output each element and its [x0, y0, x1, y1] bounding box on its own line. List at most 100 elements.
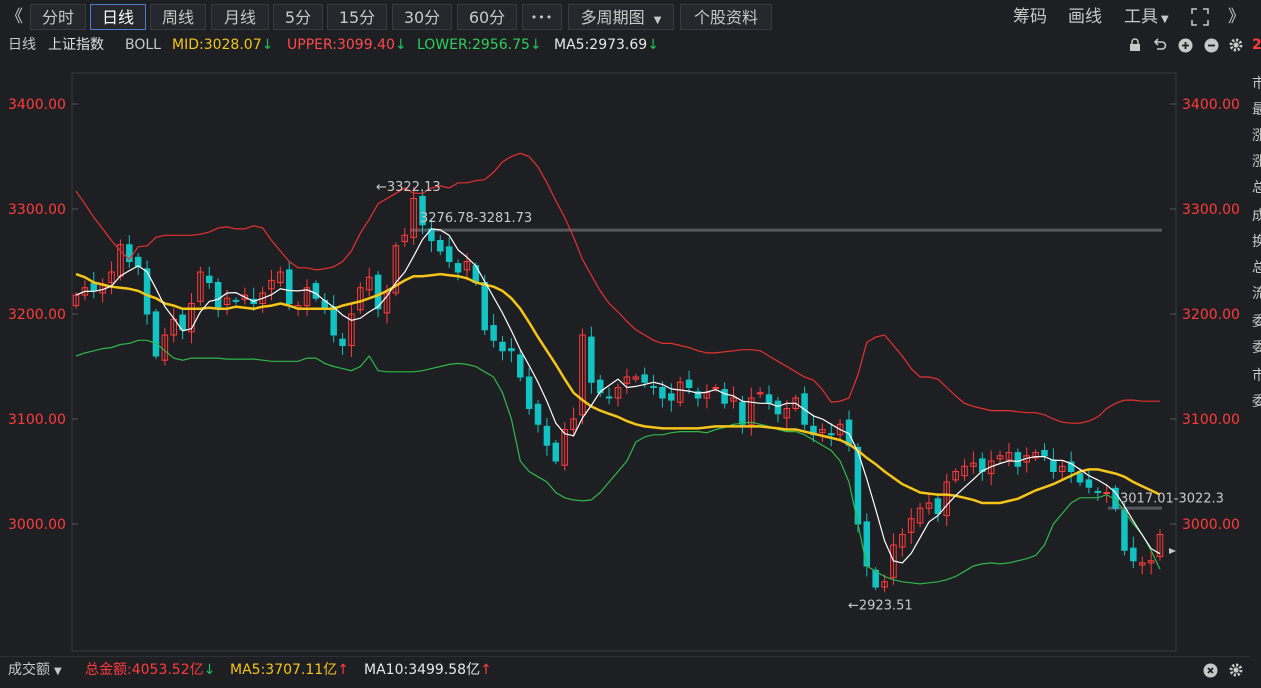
candle-down	[285, 269, 293, 304]
stock-profile-button[interactable]: 个股资料	[680, 4, 772, 30]
multi-period-label: 多周期图	[580, 8, 645, 27]
candle-down	[312, 283, 320, 299]
side-panel-char: 换	[1252, 234, 1261, 249]
candle-down	[206, 275, 213, 283]
candle-down	[685, 379, 693, 388]
tab-weekly[interactable]: 周线	[150, 4, 206, 30]
y-tick-label-right: 3000.00	[1182, 517, 1240, 533]
fullscreen-icon[interactable]	[1190, 4, 1210, 30]
side-panel-char: 委	[1252, 340, 1261, 355]
candle-down	[641, 374, 648, 383]
y-axis-right: 3400.00 3300.00 3200.00 3100.00 3000.00	[1170, 97, 1240, 533]
y-tick-label-right: 3300.00	[1182, 202, 1240, 218]
tab-monthly[interactable]: 月线	[211, 4, 269, 30]
side-panel-char: 市	[1252, 76, 1261, 91]
boll-lower-value: LOWER:2956.75↓	[417, 37, 542, 53]
candles	[72, 186, 1164, 593]
candle-down	[152, 311, 160, 357]
candle-down	[605, 396, 613, 399]
candle-down	[1050, 459, 1057, 473]
tools-dropdown[interactable]: 工具 ▼	[1124, 4, 1169, 30]
candle-down	[481, 282, 488, 331]
high-point-label: ←3322.13	[376, 180, 441, 195]
candle-down	[330, 306, 337, 336]
candle-down	[588, 336, 595, 383]
chip-button[interactable]: 筹码	[1013, 4, 1047, 30]
tab-15min[interactable]: 15分	[327, 4, 387, 30]
chevron-down-icon: ▼	[1161, 14, 1169, 25]
down-arrow-icon: ↓	[261, 37, 274, 53]
y-tick-label-right: 3200.00	[1182, 307, 1240, 323]
more-icon[interactable]: •••	[522, 4, 562, 30]
tab-5min[interactable]: 5分	[273, 4, 323, 30]
candle-down	[1085, 479, 1093, 488]
down-arrow-icon: ↓	[647, 37, 659, 53]
candle-down	[534, 403, 542, 425]
volume-indicator-dropdown[interactable]: 成交额 ▼	[8, 657, 62, 685]
side-panel-char: 2	[1252, 37, 1261, 53]
y-tick-label-left: 3300.00	[8, 202, 66, 218]
indicator-info-bar: 日线 上证指数 BOLL MID:3028.07↓ UPPER:3099.40↓…	[0, 35, 1250, 56]
side-panel-char: 总	[1252, 260, 1261, 275]
candle-down	[650, 385, 657, 389]
toolbar: 《 分时 日线 周线 月线 5分 15分 30分 60分 ••• 多周期图 ▼ …	[0, 0, 1261, 35]
volume-panel-header: 成交额 ▼ 总金额:4053.52亿↓ MA5:3707.11亿↑ MA10:34…	[0, 656, 1250, 684]
side-panel-char: 总	[1252, 180, 1261, 195]
candle-down	[437, 240, 444, 252]
multi-period-dropdown[interactable]: 多周期图 ▼	[568, 4, 674, 30]
candle-down	[668, 393, 675, 401]
candle-down	[445, 246, 453, 263]
candle-down	[1076, 473, 1084, 483]
tools-label: 工具	[1124, 7, 1158, 27]
candlestick-chart[interactable]: 3400.00 3300.00 3200.00 3100.00 3000.00 3400…	[0, 56, 1250, 656]
y-tick-label-right: 3100.00	[1182, 412, 1240, 428]
tab-60min[interactable]: 60分	[457, 4, 517, 30]
candle-down	[454, 263, 462, 273]
candle-down	[1130, 547, 1137, 562]
y-tick-label-right: 3400.00	[1182, 97, 1240, 113]
collapse-right-icon[interactable]: 》	[1228, 4, 1245, 30]
close-icon[interactable]	[1203, 657, 1218, 688]
tab-daily[interactable]: 日线	[90, 4, 146, 30]
boll-lower-line	[75, 339, 1161, 585]
boll-upper-line	[75, 152, 1160, 424]
y-tick-label-left: 3200.00	[8, 307, 66, 323]
low-point-label: ←2923.51	[848, 598, 913, 613]
y-tick-label-left: 3400.00	[8, 97, 66, 113]
gear-icon[interactable]	[1228, 657, 1244, 688]
side-panel-char: 委	[1252, 394, 1261, 409]
chevron-down-icon: ▼	[653, 15, 662, 26]
collapse-left-icon[interactable]: 《	[6, 4, 23, 30]
candle-down	[739, 401, 746, 425]
candle-down	[659, 387, 666, 399]
candle-down	[90, 283, 98, 292]
boll-mid-value: MID:3028.07↓	[172, 37, 274, 53]
side-panel-char: 流	[1252, 286, 1261, 301]
boll-upper-value: UPPER:3099.40↓	[287, 37, 407, 53]
total-turnover: 总金额:4053.52亿↓	[85, 662, 216, 678]
down-arrow-icon: ↓	[203, 662, 216, 678]
quote-side-panel: 2 市 最 涨 涨 总 成 换 总 流 委 委 市 委	[1250, 35, 1261, 687]
candle-down	[1041, 450, 1048, 457]
indicator-name[interactable]: BOLL	[125, 35, 161, 56]
chevron-down-icon: ▼	[54, 666, 62, 677]
side-panel-char: 委	[1252, 314, 1261, 329]
candle-down	[339, 338, 346, 347]
tab-30min[interactable]: 30分	[392, 4, 452, 30]
ma5-value: MA5:2973.69↓	[554, 37, 659, 53]
candle-down	[1094, 490, 1102, 494]
indicator-lines	[75, 152, 1161, 585]
down-arrow-icon: ↓	[394, 37, 407, 53]
draw-button[interactable]: 画线	[1068, 4, 1102, 30]
up-arrow-icon: ↑	[337, 662, 349, 678]
side-panel-char: 市	[1252, 368, 1261, 383]
y-tick-label-left: 3100.00	[8, 412, 66, 428]
resistance-range-label: 3276.78-3281.73	[420, 211, 532, 226]
candle-down	[508, 348, 515, 352]
candle-down	[499, 341, 506, 352]
support-range-label: 3017.01-3022.3	[1120, 492, 1224, 507]
tab-intraday[interactable]: 分时	[30, 4, 86, 30]
period-label: 日线	[8, 37, 36, 53]
candle-down	[721, 389, 728, 404]
y-axis-left: 3400.00 3300.00 3200.00 3100.00 3000.00	[8, 97, 78, 533]
